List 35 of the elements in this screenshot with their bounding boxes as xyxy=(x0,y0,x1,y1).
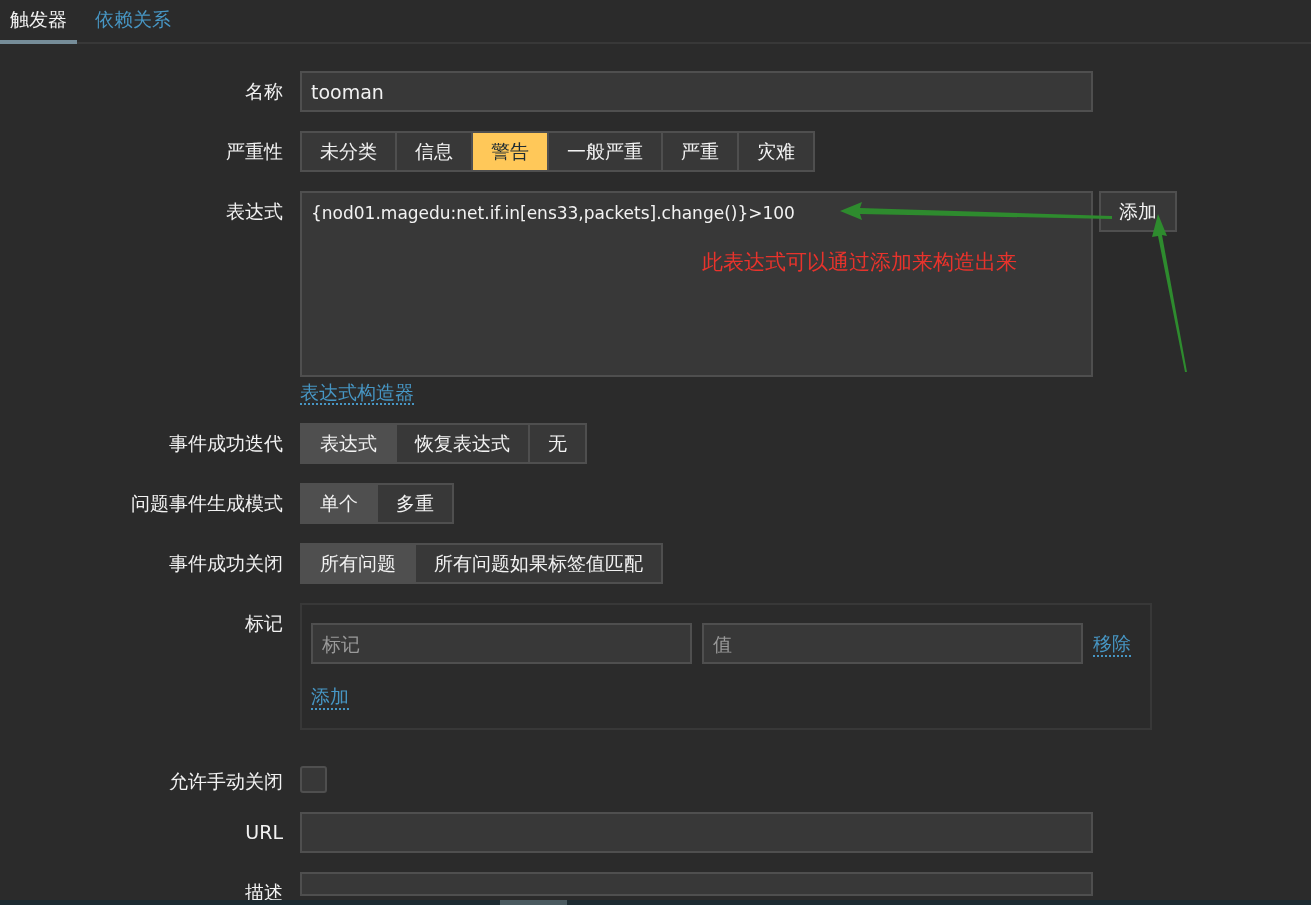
text-field[interactable] xyxy=(300,872,1093,896)
segment-button[interactable]: 所有问题如果标签值匹配 xyxy=(416,545,661,582)
add-tag-link[interactable]: 添加 xyxy=(311,684,349,710)
tab[interactable]: 依赖关系 xyxy=(85,0,181,44)
checkbox[interactable] xyxy=(300,766,327,793)
field-label: 标记 xyxy=(245,611,283,635)
field-label: URL xyxy=(245,820,283,844)
segment-button[interactable]: 多重 xyxy=(378,485,452,522)
field-label: 允许手动关闭 xyxy=(169,769,283,793)
tag-field[interactable]: 标记 xyxy=(311,623,692,664)
value-field[interactable]: 值 xyxy=(702,623,1083,664)
scrollbar[interactable] xyxy=(0,900,1311,905)
add-button[interactable]: 添加 xyxy=(1099,191,1177,232)
segment-button[interactable]: 严重 xyxy=(663,133,737,170)
field-label: 事件成功关闭 xyxy=(169,551,283,575)
text-field[interactable] xyxy=(300,812,1093,853)
segment-button[interactable]: 恢复表达式 xyxy=(397,425,528,462)
tab[interactable]: 触发器 xyxy=(0,0,77,44)
segment-button[interactable]: 信息 xyxy=(397,133,471,170)
field-label: 事件成功迭代 xyxy=(169,431,283,455)
expression-text: {nod01.magedu:net.if.in[ens33,packets].change()}>100 xyxy=(311,203,795,223)
expression-field[interactable]: {nod01.magedu:net.if.in[ens33,packets].change()}>100 此表达式可以通过添加来构造出来 xyxy=(300,191,1093,377)
segment-button[interactable]: 灾难 xyxy=(739,133,813,170)
field-label: 表达式 xyxy=(226,199,283,223)
segment-button[interactable]: 无 xyxy=(530,425,585,462)
field-label: 问题事件生成模式 xyxy=(131,491,283,515)
remove-link[interactable]: 移除 xyxy=(1093,630,1131,657)
text-field[interactable]: tooman xyxy=(300,71,1093,112)
segment-button[interactable]: 一般严重 xyxy=(549,133,661,170)
segment-button[interactable]: 警告 xyxy=(473,133,547,170)
annotation-note: 此表达式可以通过添加来构造出来 xyxy=(702,249,1017,276)
field-label: 名称 xyxy=(245,79,283,103)
segment-button[interactable]: 未分类 xyxy=(302,133,395,170)
expression-builder-link[interactable]: 表达式构造器 xyxy=(300,381,414,405)
field-label: 严重性 xyxy=(226,139,283,163)
